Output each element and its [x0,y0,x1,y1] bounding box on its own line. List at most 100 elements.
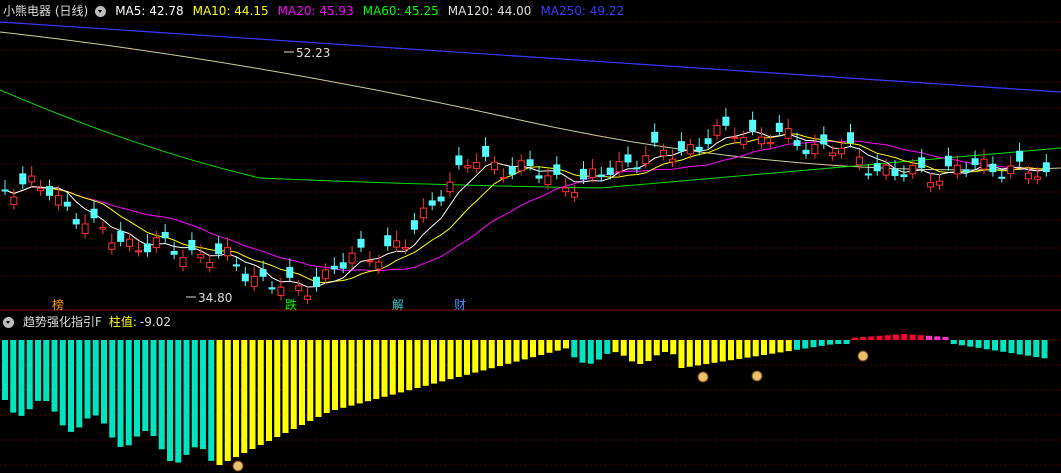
high-label: 52.23 [296,46,330,60]
dropdown-icon[interactable] [95,5,107,17]
indicator-bar [843,340,850,344]
indicator-bar [901,334,908,340]
candle-body [357,238,365,248]
candle-body [446,181,454,193]
indicator-bar [274,340,281,437]
indicator-bar [521,340,528,360]
candle-body [766,142,774,145]
indicator-bar [191,340,198,448]
candle-body [268,287,276,290]
candle-body [46,186,53,196]
candle-body [428,200,436,206]
indicator-bar [455,340,462,377]
candle-body [410,220,418,230]
candle-body [1,189,9,192]
indicator-bar [777,340,784,353]
candle-body [758,136,765,145]
candle-body [838,147,846,155]
ma5-label: MA5: 42.78 [115,4,184,18]
candle-body [126,238,134,247]
indicator-bar [942,337,949,340]
indicator-bar [488,340,495,369]
indicator-bar [51,340,58,412]
candle-body [740,137,748,145]
candle-body [152,237,160,249]
indicator-bar [719,340,726,362]
candle-body [215,243,223,255]
indicator-bar [810,340,817,348]
stock-chart: 52.23 34.80 榜 跌 解 财 [0,21,1061,472]
candle-body [393,240,401,248]
indicator-bar [934,336,941,340]
candlesticks [1,108,1050,305]
money-bag-icon [857,350,869,362]
indicator-bar [150,340,157,436]
indicator-bar [200,340,206,450]
candle-body [54,195,62,206]
indicator-bar [257,340,264,445]
indicator-bar [1025,340,1031,356]
indicator-bar [794,340,800,350]
candle-body [330,265,338,270]
indicator-bar [340,340,347,408]
indicator-bar [563,340,569,349]
indicator-bar [818,340,825,346]
candle-body [366,260,374,263]
indicator-bar [1041,340,1048,359]
candle-body [1033,176,1041,180]
indicator-bar [926,335,932,340]
indicator-bar [761,340,767,355]
indicator-bar [323,340,330,413]
candle-body [250,275,258,287]
ma250-label: MA250: 49.22 [540,4,625,18]
candle-body [597,174,605,178]
indicator-bar [26,340,33,410]
indicator-bar [530,340,536,358]
candle-body [1042,162,1050,173]
indicator-bar [629,340,635,362]
ma10-label: MA10: 44.15 [192,4,269,18]
indicator-bar [554,340,561,351]
candle-body [1007,165,1015,175]
candle-body [241,273,249,282]
indicator-bar [356,340,363,404]
indicator-bar [224,340,231,461]
indicator-bar [389,340,396,395]
indicator-bar [398,340,404,393]
candle-body [90,208,98,219]
ma5-line [4,130,1047,288]
candle-body [10,196,18,205]
indicator-bar [43,340,50,401]
candle-body [864,173,872,176]
candle-body [321,269,329,280]
indicator-bar [158,340,165,450]
indicator-bar [307,340,314,421]
candle-body [286,267,294,278]
indicator-bar [464,340,470,375]
indicator-bar [645,340,652,362]
indicator-bar [860,337,866,340]
indicator-bar [868,336,875,340]
candle-body [971,158,979,166]
candle-body [259,269,267,277]
candle-body [909,164,917,175]
candle-body [722,116,730,126]
candle-body [28,175,36,183]
candle-body [499,176,507,179]
candle-body [108,242,116,250]
indicator-bar [546,340,553,353]
indicator-bar [769,340,776,354]
dropdown-icon[interactable] [3,316,14,328]
candle-body [677,141,685,152]
indicator-bar [975,340,982,348]
stock-title: 小熊电器 (日线) [3,4,89,18]
candle-body [962,169,970,173]
candle-body [713,125,721,136]
candle-body [135,250,142,253]
indicator-bar [686,340,693,367]
indicator-bar [472,340,479,373]
money-bag-icon [697,371,709,383]
indicator-bar [736,340,743,359]
candle-body [633,167,641,170]
indicator-bar [266,340,272,441]
